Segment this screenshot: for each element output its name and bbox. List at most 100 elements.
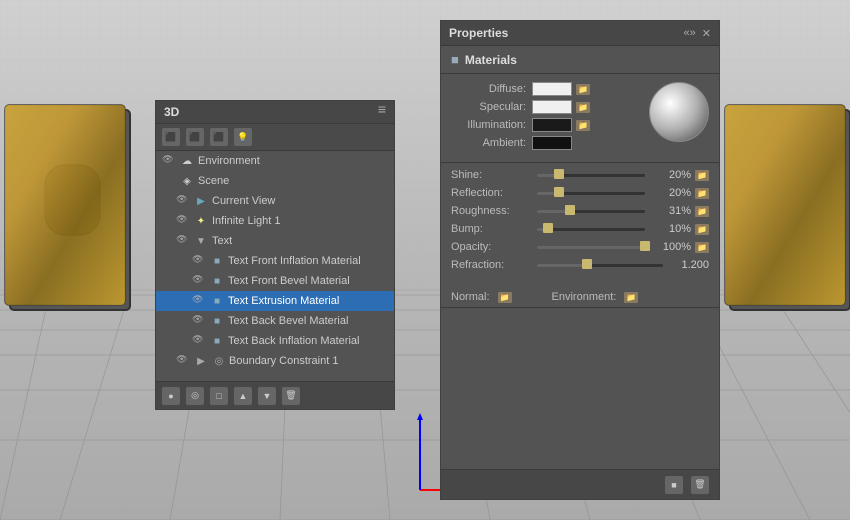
boundary-arrow[interactable]: ▶ xyxy=(194,354,208,368)
diffuse-row: Diffuse: 📁 xyxy=(451,82,639,96)
opacity-label: Opacity: xyxy=(451,241,531,253)
list-item-environment[interactable]: 👁 ☁ Environment xyxy=(156,151,394,171)
diffuse-folder[interactable]: 📁 xyxy=(576,84,590,95)
props-footer-icon-1[interactable]: ■ xyxy=(665,476,683,494)
normal-folder[interactable]: 📁 xyxy=(498,292,512,303)
list-item-front-inflation[interactable]: 👁 ■ Text Front Inflation Material xyxy=(156,251,394,271)
shine-row: Shine: 20% 📁 xyxy=(451,169,709,181)
eye-icon-light[interactable]: 👁 xyxy=(176,214,190,228)
refraction-track[interactable] xyxy=(537,264,663,267)
eye-icon-bc[interactable]: 👁 xyxy=(176,354,190,368)
props-close[interactable]: ✕ xyxy=(702,27,711,40)
reflection-label: Reflection: xyxy=(451,187,531,199)
roughness-folder[interactable]: 📁 xyxy=(695,206,709,217)
props-footer: ■ 🗑 xyxy=(441,469,719,499)
toolbar-material-icon[interactable]: ⬛ xyxy=(210,128,228,146)
list-item-infinite-light[interactable]: 👁 ✦ Infinite Light 1 xyxy=(156,211,394,231)
environment-folder[interactable]: 📁 xyxy=(624,292,638,303)
list-item-back-inflation[interactable]: 👁 ■ Text Back Inflation Material xyxy=(156,331,394,351)
opacity-thumb[interactable] xyxy=(640,241,650,251)
scene-label: Scene xyxy=(198,175,229,187)
list-item-boundary[interactable]: 👁 ▶ ◎ Boundary Constraint 1 xyxy=(156,351,394,371)
shine-folder[interactable]: 📁 xyxy=(695,170,709,181)
text-group-arrow[interactable]: ▼ xyxy=(194,234,208,248)
footer-icon-5[interactable]: ▼ xyxy=(258,387,276,405)
panel-3d-header: 3D ≡ xyxy=(156,101,394,124)
illumination-folder[interactable]: 📁 xyxy=(576,120,590,131)
ambient-label: Ambient: xyxy=(451,137,526,149)
eye-icon-view[interactable]: 👁 xyxy=(176,194,190,208)
eye-icon-fb[interactable]: 👁 xyxy=(192,274,206,288)
refraction-row: Refraction: 1.200 xyxy=(451,259,709,271)
footer-icon-4[interactable]: ▲ xyxy=(234,387,252,405)
eye-icon-bb[interactable]: 👁 xyxy=(192,314,206,328)
eye-icon-ex[interactable]: 👁 xyxy=(192,294,206,308)
eye-icon-text[interactable]: 👁 xyxy=(176,234,190,248)
reflection-folder[interactable]: 📁 xyxy=(695,188,709,199)
panel-3d-menu[interactable]: ≡ xyxy=(378,101,386,117)
reflection-thumb[interactable] xyxy=(554,187,564,197)
shine-value: 20% xyxy=(651,169,691,181)
ambient-swatch[interactable] xyxy=(532,136,572,150)
opacity-folder[interactable]: 📁 xyxy=(695,242,709,253)
normal-label: Normal: xyxy=(451,291,490,303)
illumination-swatch[interactable] xyxy=(532,118,572,132)
boundary-label: Boundary Constraint 1 xyxy=(229,355,338,367)
view-icon: ▶ xyxy=(194,194,208,208)
list-item-scene[interactable]: ◈ Scene xyxy=(156,171,394,191)
light-icon: ✦ xyxy=(194,214,208,228)
eye-icon-bi[interactable]: 👁 xyxy=(192,334,206,348)
footer-icon-2[interactable]: ◎ xyxy=(186,387,204,405)
refraction-thumb[interactable] xyxy=(582,259,592,269)
toolbar-light-icon[interactable]: 💡 xyxy=(234,128,252,146)
list-item-extrusion[interactable]: 👁 ■ Text Extrusion Material xyxy=(156,291,394,311)
roughness-thumb[interactable] xyxy=(565,205,575,215)
diffuse-swatch[interactable] xyxy=(532,82,572,96)
reflection-track[interactable] xyxy=(537,192,645,195)
refraction-value: 1.200 xyxy=(669,259,709,271)
materials-header: ■ Materials xyxy=(441,46,719,74)
material-icon-fb: ■ xyxy=(210,274,224,288)
shine-thumb[interactable] xyxy=(554,169,564,179)
bump-thumb[interactable] xyxy=(543,223,553,233)
list-item-text-group[interactable]: 👁 ▼ Text xyxy=(156,231,394,251)
boundary-icon: ◎ xyxy=(212,354,226,368)
bump-value: 10% xyxy=(651,223,691,235)
roughness-label: Roughness: xyxy=(451,205,531,217)
footer-icon-1[interactable]: ● xyxy=(162,387,180,405)
list-item-front-bevel[interactable]: 👁 ■ Text Front Bevel Material xyxy=(156,271,394,291)
front-inflation-label: Text Front Inflation Material xyxy=(228,255,361,267)
shine-label: Shine: xyxy=(451,169,531,181)
ambient-row: Ambient: xyxy=(451,136,639,150)
specular-label: Specular: xyxy=(451,101,526,113)
scene-icon: ◈ xyxy=(180,174,194,188)
panel-3d: 3D ≡ ⬛ ⬛ ⬛ 💡 👁 ☁ Environment ◈ Scene 👁 ▶… xyxy=(155,100,395,410)
footer-icon-delete[interactable]: 🗑 xyxy=(282,387,300,405)
material-icon-bb: ■ xyxy=(210,314,224,328)
panel-3d-list[interactable]: 👁 ☁ Environment ◈ Scene 👁 ▶ Current View… xyxy=(156,151,394,389)
opacity-track[interactable] xyxy=(537,246,645,249)
material-icon-ex: ■ xyxy=(210,294,224,308)
toolbar-scene-icon[interactable]: ⬛ xyxy=(162,128,180,146)
props-collapse[interactable]: «» xyxy=(684,27,696,40)
eye-icon-fi[interactable]: 👁 xyxy=(192,254,206,268)
props-footer-delete[interactable]: 🗑 xyxy=(691,476,709,494)
slider-section: Shine: 20% 📁 Reflection: 20% 📁 Roughness… xyxy=(441,163,719,283)
list-item-current-view[interactable]: 👁 ▶ Current View xyxy=(156,191,394,211)
specular-folder[interactable]: 📁 xyxy=(576,102,590,113)
current-view-label: Current View xyxy=(212,195,275,207)
opacity-value: 100% xyxy=(651,241,691,253)
bump-track[interactable] xyxy=(537,228,645,231)
opacity-row: Opacity: 100% 📁 xyxy=(451,241,709,253)
eye-icon[interactable]: 👁 xyxy=(162,154,176,168)
specular-swatch[interactable] xyxy=(532,100,572,114)
bump-label: Bump: xyxy=(451,223,531,235)
list-item-back-bevel[interactable]: 👁 ■ Text Back Bevel Material xyxy=(156,311,394,331)
canvas-background xyxy=(0,0,850,520)
footer-icon-3[interactable]: □ xyxy=(210,387,228,405)
shine-track[interactable] xyxy=(537,174,645,177)
toolbar-object-icon[interactable]: ⬛ xyxy=(186,128,204,146)
illumination-row: Illumination: 📁 xyxy=(451,118,639,132)
bump-folder[interactable]: 📁 xyxy=(695,224,709,235)
roughness-track[interactable] xyxy=(537,210,645,213)
